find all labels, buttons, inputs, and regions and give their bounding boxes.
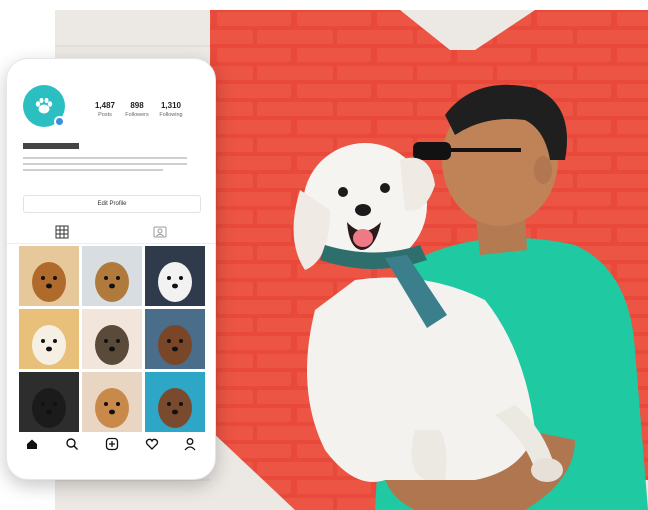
bio-line xyxy=(23,157,187,159)
bio-line xyxy=(23,163,187,165)
stat-followers-value: 898 xyxy=(130,101,144,110)
photo-tile[interactable] xyxy=(82,372,142,432)
stat-posts[interactable]: 1,487 Posts xyxy=(87,101,123,118)
heart-icon[interactable] xyxy=(145,437,159,451)
tagged-icon[interactable] xyxy=(153,225,167,239)
stat-posts-value: 1,487 xyxy=(94,101,116,110)
edit-profile-button[interactable]: Edit Profile xyxy=(23,195,201,213)
photo-tile[interactable] xyxy=(82,246,142,306)
photo-tile[interactable] xyxy=(19,246,79,306)
photo-tile[interactable] xyxy=(19,372,79,432)
add-post-icon[interactable] xyxy=(105,437,119,451)
phone-mockup: 1,487 Posts 898 Followers 1,310 Followin… xyxy=(6,58,216,480)
search-icon[interactable] xyxy=(65,437,79,451)
photo-tile[interactable] xyxy=(145,372,205,432)
photo-tile[interactable] xyxy=(19,309,79,369)
stat-following-label: Following xyxy=(159,112,183,118)
stat-followers-label: Followers xyxy=(125,112,149,118)
profile-icon[interactable] xyxy=(183,437,197,451)
bio-line xyxy=(23,169,163,171)
photo-grid xyxy=(19,246,205,432)
photo-tile[interactable] xyxy=(145,309,205,369)
stat-following-value: 1,310 xyxy=(160,101,182,110)
stat-posts-label: Posts xyxy=(98,112,112,118)
paw-icon xyxy=(35,97,53,114)
stat-followers[interactable]: 898 Followers xyxy=(119,101,155,118)
photo-tile[interactable] xyxy=(82,309,142,369)
profile-tabs xyxy=(7,221,215,244)
photo-tile[interactable] xyxy=(145,246,205,306)
add-story-badge[interactable] xyxy=(54,116,65,127)
stat-following[interactable]: 1,310 Following xyxy=(153,101,189,118)
home-icon[interactable] xyxy=(25,437,39,451)
grid-icon[interactable] xyxy=(55,225,69,239)
profile-name-placeholder xyxy=(23,143,79,149)
bottom-nav xyxy=(7,431,215,459)
